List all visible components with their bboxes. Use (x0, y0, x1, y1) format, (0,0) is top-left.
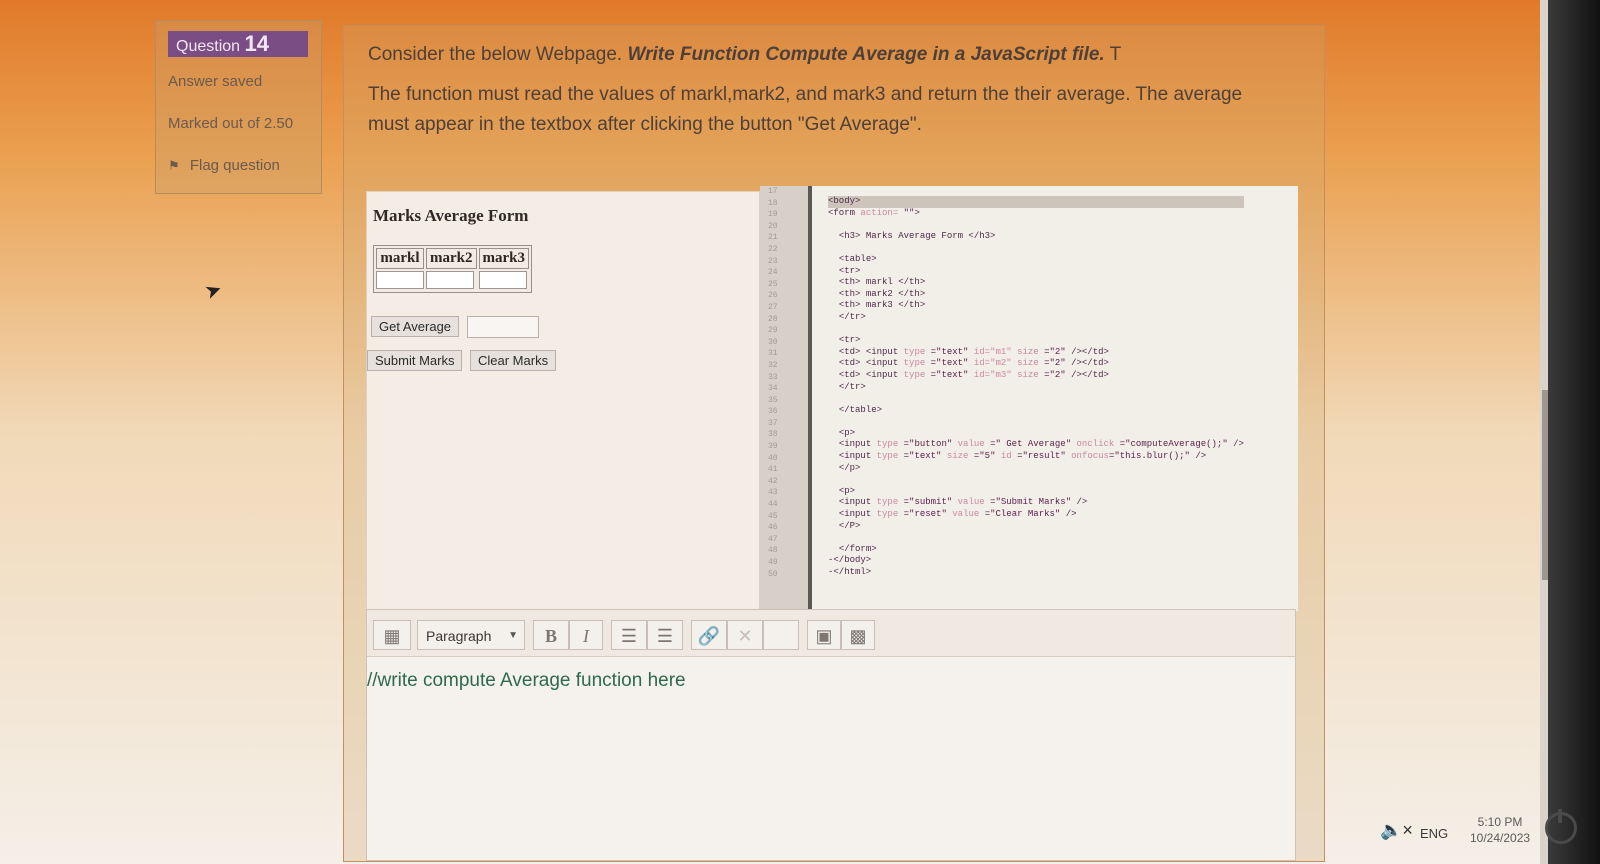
language-indicator[interactable]: ENG (1420, 826, 1448, 841)
answer-status: Answer saved (168, 73, 263, 90)
code-line-numbers: 17 18 19 20 21 22 23 24 25 26 27 28 29 30 31 32 33 34 35 36… (760, 186, 812, 611)
question-task: Write Function Compute Average in a Java… (627, 44, 1105, 65)
code-line-number: 47 (768, 534, 778, 544)
editor-content[interactable]: //write compute Average function here (367, 670, 686, 692)
question-tail: T (1104, 44, 1122, 65)
marked-out-of: Marked out of 2.50 (168, 115, 294, 132)
preview-marks-table: markl mark2 mark3 (373, 245, 532, 293)
code-line-number: 40 (768, 453, 778, 463)
screen-bezel (1548, 0, 1600, 864)
code-line-number: 49 (768, 558, 778, 567)
preview-get-average-button: Get Average (371, 316, 460, 337)
preview-header-mark1: markl (376, 248, 424, 269)
code-line-number: 25 (768, 279, 778, 289)
code-line-number: 36 (768, 407, 778, 417)
speaker-muted-icon[interactable]: 🔈× (1380, 820, 1413, 841)
question-panel: Consider the below Webpage. Write Functi… (343, 25, 1325, 862)
code-line-number: 37 (768, 418, 778, 428)
question-text: Consider the below Webpage. Write Functi… (368, 40, 1288, 140)
preview-input-mark2 (426, 271, 474, 289)
code-line-number: 22 (768, 244, 778, 254)
blank-tool-button[interactable] (763, 620, 799, 650)
flag-question-link[interactable]: ⚑ Flag question (168, 157, 280, 174)
flag-question-label: Flag question (189, 157, 280, 174)
question-requirements: The function must read the values of mar… (368, 84, 1243, 135)
code-line-number: 48 (768, 546, 778, 556)
media-icon[interactable]: ▩ (841, 620, 875, 650)
power-icon[interactable] (1545, 809, 1577, 844)
code-line-number: 28 (768, 314, 778, 324)
image-icon[interactable]: ▣ (807, 620, 841, 650)
webpage-preview-image: Marks Average Form markl mark2 mark3 Get… (366, 191, 760, 613)
italic-button[interactable]: I (569, 620, 603, 650)
source-code-image: 17 18 19 20 21 22 23 24 25 26 27 28 29 30 31 32 33 34 35 36… (760, 186, 1298, 611)
clock-time: 5:10 PM (1477, 815, 1523, 829)
bold-button[interactable]: B (533, 620, 569, 650)
code-line-number: 46 (768, 523, 778, 533)
code-line-number: 35 (768, 395, 778, 405)
code-line-number: 27 (768, 302, 778, 312)
mouse-cursor-icon: ➤ (201, 277, 226, 305)
question-info-panel: Question 14 Answer saved Marked out of 2… (155, 20, 322, 194)
question-intro: Consider the below Webpage. (368, 44, 628, 65)
preview-submit-button: Submit Marks (367, 350, 463, 371)
code-line-number: 30 (768, 337, 778, 347)
editor-toolbar: ▦ Paragraph ▼ B I ☰ ☰ 🔗 ✕ ▣ ▩ (367, 610, 1295, 657)
code-line-number: 26 (768, 291, 778, 301)
preview-heading: Marks Average Form (373, 206, 529, 225)
code-line-number: 24 (768, 268, 778, 278)
code-lines: <body> <form action= ""> <h3> Marks Aver… (828, 196, 1244, 577)
preview-header-mark2: mark2 (426, 248, 477, 269)
preview-clear-button: Clear Marks (470, 350, 557, 371)
code-line-number: 17 (768, 187, 778, 196)
code-line-number: 23 (768, 256, 778, 266)
question-number-badge: Question 14 (168, 31, 308, 57)
chevron-down-icon: ▼ (508, 630, 518, 641)
code-line-number: 19 (768, 210, 778, 220)
code-line-number: 31 (768, 349, 778, 359)
clock[interactable]: 5:10 PM 10/24/2023 (1470, 814, 1530, 846)
code-line-number: 20 (768, 221, 778, 231)
paragraph-format-value: Paragraph (426, 628, 492, 644)
code-line-number: 45 (768, 511, 778, 521)
clock-date: 10/24/2023 (1470, 831, 1531, 845)
code-line-number: 38 (768, 430, 778, 440)
code-line-number: 32 (768, 360, 778, 370)
code-line-number: 44 (768, 500, 778, 510)
link-icon[interactable]: 🔗 (691, 620, 727, 650)
preview-input-mark1 (376, 271, 424, 289)
numbered-list-icon[interactable]: ☰ (647, 620, 683, 650)
code-line-number: 41 (768, 465, 778, 475)
code-line-number: 33 (768, 372, 778, 382)
flag-icon: ⚑ (168, 158, 180, 173)
code-line-number: 34 (768, 384, 778, 394)
code-line-number: 29 (768, 326, 778, 336)
question-number: 14 (244, 31, 269, 56)
unlink-icon[interactable]: ✕ (727, 620, 763, 650)
code-line-number: 43 (768, 488, 778, 498)
bullet-list-icon[interactable]: ☰ (611, 620, 647, 650)
code-line-number: 21 (768, 233, 778, 243)
system-tray: 🔈× ENG 5:10 PM 10/24/2023 (1310, 804, 1600, 864)
code-line-number: 50 (768, 569, 778, 579)
code-line-number: 18 (768, 198, 778, 208)
preview-result-field (467, 316, 539, 338)
code-line-number: 39 (768, 442, 778, 452)
toolbar-toggle-icon[interactable]: ▦ (373, 620, 411, 650)
answer-editor[interactable]: ▦ Paragraph ▼ B I ☰ ☰ 🔗 ✕ ▣ ▩ //write co… (366, 609, 1296, 861)
paragraph-format-select[interactable]: Paragraph ▼ (417, 620, 525, 650)
preview-input-mark3 (478, 271, 527, 289)
code-line-number: 42 (768, 476, 778, 486)
question-label: Question (176, 38, 241, 55)
preview-header-mark3: mark3 (478, 248, 529, 269)
